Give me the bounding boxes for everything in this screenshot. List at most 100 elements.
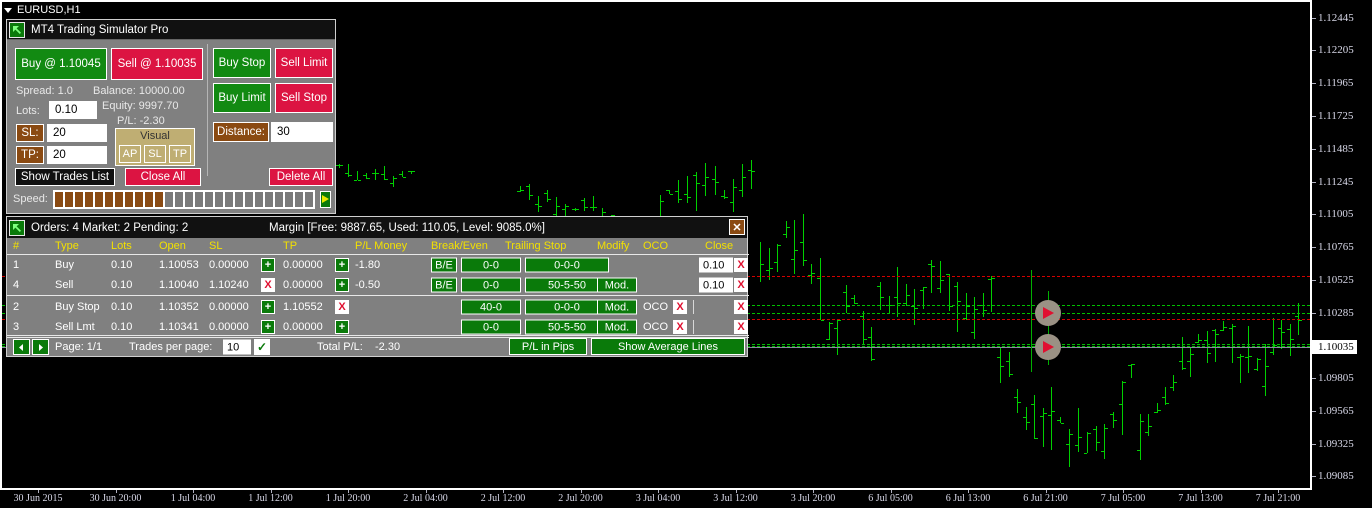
trading-simulator-panel[interactable]: MT4 Trading Simulator Pro Buy @ 1.10045 … (6, 19, 336, 214)
price-axis[interactable]: 1.12445 1.12205 1.11965 1.11725 1.11485 1.112… (1312, 0, 1372, 490)
arrow-right-icon[interactable] (32, 339, 49, 355)
buy-stop-button[interactable]: Buy Stop (213, 48, 271, 78)
close-order-button[interactable]: X (734, 320, 748, 334)
ohlc-bar (1075, 445, 1078, 447)
oco-delete-button[interactable]: X (673, 320, 687, 334)
break-even-value-button[interactable]: 0-0 (461, 277, 521, 293)
speed-segment[interactable] (204, 191, 213, 207)
sell-button[interactable]: Sell @ 1.10035 (111, 48, 203, 80)
close-order-button[interactable]: X (734, 278, 748, 292)
break-even-value-button[interactable]: 40-0 (461, 299, 521, 315)
arrow-left-icon[interactable] (13, 339, 30, 355)
distance-input[interactable]: 30 (271, 122, 333, 142)
pl-in-pips-button[interactable]: P/L in Pips (509, 338, 587, 355)
open-trade-marker-1[interactable] (1035, 299, 1061, 326)
speed-segment[interactable] (64, 191, 73, 207)
speed-segment[interactable] (164, 191, 173, 207)
show-trades-list-button[interactable]: Show Trades List (15, 168, 115, 186)
tp-add-button[interactable]: + (335, 278, 349, 292)
speed-segment[interactable] (84, 191, 93, 207)
speed-control[interactable]: Speed: (13, 188, 331, 210)
orders-footer[interactable]: Page: 1/1 Trades per page: 10 ✓ Total P/… (7, 335, 749, 358)
tp-add-button[interactable]: + (335, 258, 349, 272)
speed-segment[interactable] (104, 191, 113, 207)
table-row[interactable]: 2 Buy Stop 0.10 1.10352 0.00000 +1.10552 X 40-0… (7, 297, 749, 317)
visual-tp-button[interactable]: TP (169, 145, 191, 163)
close-volume-input[interactable]: 0.10 (699, 257, 733, 273)
speed-slider[interactable] (52, 189, 315, 209)
orders-title-bar[interactable]: Orders: 4 Market: 2 Pending: 2 Margin [F… (7, 217, 747, 238)
speed-segment[interactable] (184, 191, 193, 207)
orders-window[interactable]: Orders: 4 Market: 2 Pending: 2 Margin [F… (6, 216, 749, 358)
panel-title-bar[interactable]: MT4 Trading Simulator Pro (7, 20, 335, 40)
speed-segment[interactable] (124, 191, 133, 207)
close-order-button[interactable]: X (734, 258, 748, 272)
time-axis[interactable]: 30 Jun 2015 30 Jun 20:00 1 Jul 04:00 1 Jul … (0, 490, 1312, 508)
delete-all-button[interactable]: Delete All (269, 168, 333, 186)
speed-segment[interactable] (254, 191, 263, 207)
tp-input[interactable]: 20 (47, 146, 107, 164)
speed-segment[interactable] (54, 191, 63, 207)
speed-segment[interactable] (134, 191, 143, 207)
sl-input[interactable]: 20 (47, 124, 107, 142)
time-tick-label: 2 Jul 12:00 (480, 493, 526, 504)
sell-stop-button[interactable]: Sell Stop (275, 83, 333, 113)
sl-add-button[interactable]: + (261, 320, 275, 334)
check-icon[interactable]: ✓ (254, 339, 270, 355)
speed-segment[interactable] (264, 191, 273, 207)
show-average-lines-button[interactable]: Show Average Lines (591, 338, 745, 355)
ohlc-bar (1119, 403, 1122, 405)
buy-limit-button[interactable]: Buy Limit (213, 83, 271, 113)
tp-remove-button[interactable]: X (335, 300, 349, 314)
break-even-button[interactable]: B/E (431, 277, 457, 293)
break-even-value-button[interactable]: 0-0 (461, 257, 521, 273)
close-volume-input[interactable]: 0.10 (699, 277, 733, 293)
ohlc-bar (696, 172, 697, 212)
caret-down-icon[interactable] (4, 7, 12, 13)
sl-add-button[interactable]: + (261, 300, 275, 314)
visual-sl-button[interactable]: SL (144, 145, 166, 163)
tp-add-button[interactable]: + (335, 320, 349, 334)
break-even-value-button[interactable]: 0-0 (461, 319, 521, 335)
speed-segment[interactable] (214, 191, 223, 207)
price-tick-label: 1.09085 (1318, 470, 1354, 483)
close-order-button[interactable]: X (734, 300, 748, 314)
trailing-stop-button[interactable]: 0-0-0 (525, 257, 609, 273)
ohlc-bar (1241, 356, 1244, 358)
ohlc-bar (847, 305, 850, 307)
modify-button[interactable]: Mod. (597, 277, 637, 293)
table-row[interactable]: 1 Buy 0.10 1.10053 0.00000 +0.00000 + -1.80 B/E 0… (7, 255, 749, 275)
speed-segment[interactable] (234, 191, 243, 207)
modify-button[interactable]: Mod. (597, 319, 637, 335)
speed-segment[interactable] (224, 191, 233, 207)
sell-limit-button[interactable]: Sell Limit (275, 48, 333, 78)
speed-segment[interactable] (194, 191, 203, 207)
speed-segment[interactable] (74, 191, 83, 207)
speed-segment[interactable] (244, 191, 253, 207)
speed-segment[interactable] (94, 191, 103, 207)
modify-button[interactable]: Mod. (597, 299, 637, 315)
speed-segment[interactable] (304, 191, 313, 207)
break-even-button[interactable]: B/E (431, 257, 457, 273)
close-all-button[interactable]: Close All (125, 168, 201, 186)
symbol-header[interactable]: EURUSD,H1 (4, 2, 81, 18)
speed-segment[interactable] (274, 191, 283, 207)
close-icon[interactable]: ✕ (729, 219, 745, 235)
speed-segment[interactable] (284, 191, 293, 207)
speed-segment[interactable] (144, 191, 153, 207)
play-button[interactable] (319, 190, 331, 208)
speed-segment[interactable] (294, 191, 303, 207)
buy-button[interactable]: Buy @ 1.10045 (15, 48, 107, 80)
speed-segment[interactable] (114, 191, 123, 207)
open-trade-marker-2[interactable] (1035, 333, 1061, 360)
lots-input[interactable]: 0.10 (49, 101, 97, 119)
sl-remove-button[interactable]: X (261, 278, 275, 292)
trades-per-page-input[interactable]: 10 (223, 339, 251, 355)
speed-segment[interactable] (174, 191, 183, 207)
oco-delete-button[interactable]: X (673, 300, 687, 314)
sl-add-button[interactable]: + (261, 258, 275, 272)
table-row[interactable]: 4 Sell 0.10 1.10040 1.10240 X 0.00000 + -0.50 B/E… (7, 275, 749, 295)
speed-segment[interactable] (154, 191, 163, 207)
table-row[interactable]: 3 Sell Lmt 0.10 1.10341 0.00000 +0.00000 +0-0 5… (7, 317, 749, 337)
visual-ap-button[interactable]: AP (119, 145, 141, 163)
